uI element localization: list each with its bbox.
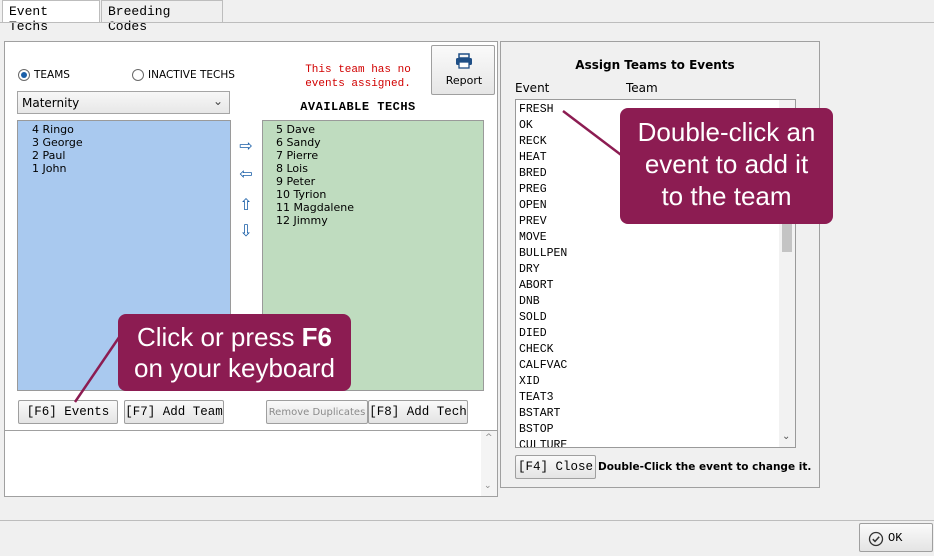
list-item[interactable]: 5 Dave [276,123,483,136]
team-select-value: Maternity [22,96,80,110]
event-row[interactable]: CULTURE [519,438,567,447]
event-row[interactable]: DRY [519,262,567,278]
event-row[interactable]: BSTOP [519,422,567,438]
event-row[interactable]: PREG [519,182,567,198]
no-events-warning: This team has no events assigned. [305,64,411,90]
callout-key: F6 [301,322,333,352]
radio-inactive-techs[interactable] [132,69,144,81]
arrow-up-icon[interactable]: ⇧ [234,195,258,214]
event-row[interactable]: DNB [519,294,567,310]
team-select[interactable]: Maternity ⌄ [17,91,230,114]
arrow-down-icon[interactable]: ⇩ [234,221,258,240]
report-button[interactable]: Report [431,45,495,95]
tab-breeding-codes[interactable]: Breeding Codes [101,0,223,34]
list-item[interactable]: 1 John [32,162,230,175]
available-techs-header: AVAILABLE TECHS [300,100,416,114]
event-row[interactable]: OPEN [519,198,567,214]
remove-duplicates-button[interactable]: Remove Duplicates [266,400,368,424]
tab-divider [0,22,934,23]
event-row[interactable]: TEAT3 [519,390,567,406]
event-row[interactable]: PREV [519,214,567,230]
list-item[interactable]: 2 Paul [32,149,230,162]
list-item[interactable]: 3 George [32,136,230,149]
chevron-up-icon[interactable]: ^ [485,433,493,443]
ok-label: OK [888,531,903,545]
list-item[interactable]: 11 Magdalene [276,201,483,214]
list-item[interactable]: 4 Ringo [32,123,230,136]
double-click-callout: Double-click an event to add it to the t… [620,108,833,224]
event-row[interactable]: CHECK [519,342,567,358]
event-row[interactable]: ABORT [519,278,567,294]
add-tech-button[interactable]: [F8] Add Tech [368,400,468,424]
event-row[interactable]: CALFVAC [519,358,567,374]
list-item[interactable]: 7 Pierre [276,149,483,162]
team-column-header: Team [626,81,658,95]
radio-teams[interactable] [18,69,30,81]
assign-teams-title: Assign Teams to Events [575,58,735,72]
footer-divider [0,520,934,521]
add-team-button[interactable]: [F7] Add Team [124,400,224,424]
event-row[interactable]: DIED [519,326,567,342]
list-item[interactable]: 12 Jimmy [276,214,483,227]
tab-event-techs[interactable]: Event Techs [2,0,100,34]
event-row[interactable]: MOVE [519,230,567,246]
chevron-down-icon: ⌄ [212,94,223,108]
event-row[interactable]: BSTART [519,406,567,422]
events-shortcut-callout: Click or press F6 on your keyboard [118,314,351,391]
event-row[interactable]: BULLPEN [519,246,567,262]
event-row[interactable]: SOLD [519,310,567,326]
notes-textarea[interactable]: ^ ⌄ [4,430,498,497]
arrow-left-icon[interactable]: ⇦ [234,164,258,183]
event-column-header: Event [515,81,550,95]
list-item[interactable]: 10 Tyrion [276,188,483,201]
close-button[interactable]: [F4] Close [515,455,596,479]
chevron-down-icon[interactable]: ⌄ [484,481,492,491]
list-item[interactable]: 6 Sandy [276,136,483,149]
list-item[interactable]: 8 Lois [276,162,483,175]
radio-teams-label: TEAMS [34,69,70,81]
radio-inactive-techs-label: INACTIVE TECHS [148,69,235,81]
ok-button[interactable]: OK [859,523,933,552]
printer-icon [456,53,472,69]
notes-scrollbar[interactable]: ^ ⌄ [481,431,497,496]
event-row[interactable]: XID [519,374,567,390]
callout-text: Click or press [136,322,302,352]
change-event-hint: Double-Click the event to change it. [598,461,812,473]
arrow-right-icon[interactable]: ⇨ [234,136,258,155]
chevron-down-icon[interactable]: ⌄ [782,431,790,442]
callout-text-2: on your keyboard [134,353,335,383]
check-circle-icon [868,531,884,547]
report-label: Report [445,74,483,87]
list-item[interactable]: 9 Peter [276,175,483,188]
